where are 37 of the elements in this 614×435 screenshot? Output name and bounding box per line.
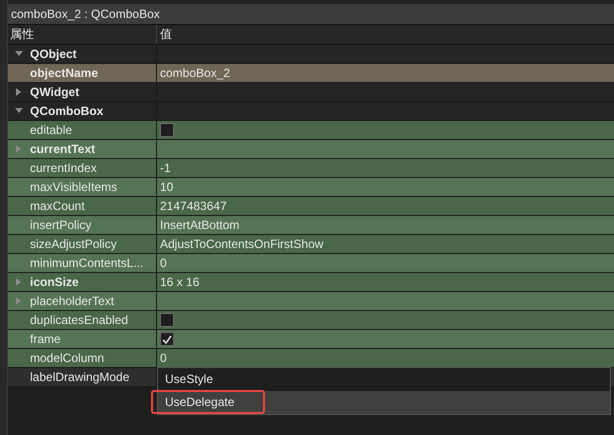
property-name[interactable]: maxVisibleItems — [30, 178, 118, 196]
checkbox[interactable] — [160, 123, 174, 137]
property-value[interactable]: InsertAtBottom — [160, 216, 240, 234]
property-name[interactable]: insertPolicy — [30, 216, 92, 234]
property-name[interactable]: currentText — [30, 140, 96, 158]
property-name[interactable]: frame — [30, 330, 61, 348]
property-value[interactable]: 0 — [160, 349, 167, 367]
property-value[interactable]: 0 — [160, 254, 167, 272]
property-name[interactable]: placeholderText — [30, 292, 114, 310]
expanded-arrow-icon[interactable] — [15, 51, 23, 57]
panel-title: comboBox_2 : QComboBox — [8, 5, 614, 25]
property-value[interactable]: AdjustToContentsOnFirstShow — [160, 235, 324, 253]
checkbox[interactable] — [160, 332, 174, 346]
property-value[interactable]: 2147483647 — [160, 197, 227, 215]
property-name[interactable]: labelDrawingMode — [30, 368, 130, 386]
expanded-arrow-icon[interactable] — [15, 108, 23, 114]
property-name[interactable]: QComboBox — [30, 102, 104, 120]
property-name[interactable]: minimumContentsL... — [30, 254, 144, 272]
collapsed-arrow-icon[interactable] — [16, 88, 22, 96]
checkbox[interactable] — [160, 313, 174, 327]
property-value[interactable]: -1 — [160, 159, 171, 177]
property-name[interactable]: maxCount — [30, 197, 85, 215]
property-name[interactable]: QObject — [30, 45, 77, 63]
property-value[interactable]: 16 x 16 — [160, 273, 200, 291]
property-name[interactable]: currentIndex — [30, 159, 97, 177]
property-name[interactable]: modelColumn — [30, 349, 104, 367]
dropdown-option[interactable]: UseStyle — [158, 368, 610, 391]
property-name[interactable]: objectName — [30, 64, 98, 82]
property-value[interactable]: comboBox_2 — [160, 64, 230, 82]
property-name[interactable]: sizeAdjustPolicy — [30, 235, 117, 253]
property-name[interactable]: iconSize — [30, 273, 79, 291]
property-value[interactable]: 10 — [160, 178, 174, 196]
column-header[interactable]: 值 — [157, 25, 172, 44]
column-header[interactable]: 属性 — [8, 25, 157, 44]
property-name[interactable]: editable — [30, 121, 72, 139]
property-name[interactable]: QWidget — [30, 83, 80, 101]
property-name[interactable]: duplicatesEnabled — [30, 311, 128, 329]
